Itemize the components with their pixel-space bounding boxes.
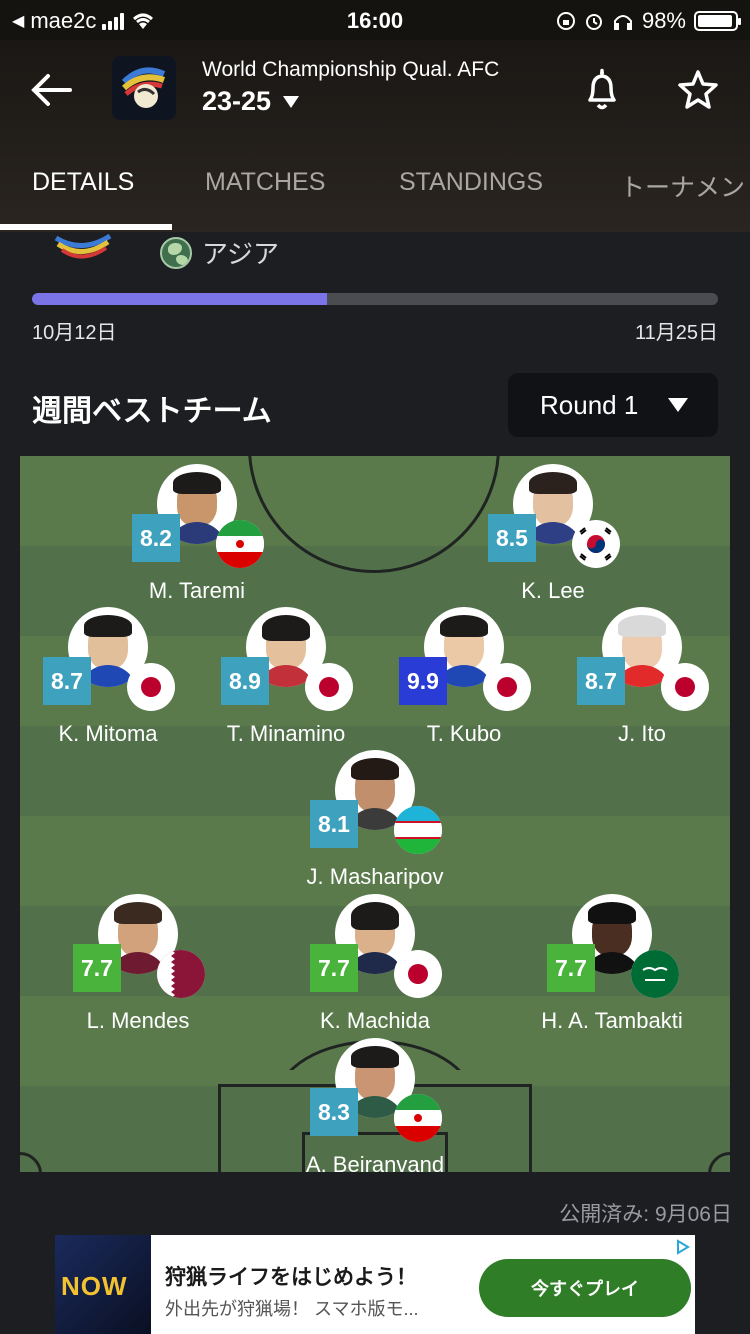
ad-title: 狩猟ライフをはじめよう！ [165,1266,417,1289]
rotation-lock-icon [556,12,575,30]
player-card[interactable]: 8.7 J. Ito [542,607,730,747]
iran-flag-icon [216,520,264,568]
player-card[interactable]: 8.1 J. Masharipov [275,750,475,890]
player-name: J. Masharipov [306,864,444,889]
status-bar: ◀ mae2c 16:00 98% [0,0,750,40]
season-progress-bar [32,293,718,305]
player-name: H. A. Tambakti [541,1008,683,1033]
active-tab-indicator [0,224,172,230]
region-label: アジア [202,239,279,269]
ad-cta-button[interactable]: 今すぐプレイ [479,1259,691,1317]
japan-flag-icon [661,663,709,711]
player-name: M. Taremi [148,578,246,603]
player-card[interactable]: 8.9 T. Minamino [186,607,386,747]
player-name: K. Lee [521,578,585,603]
player-rating: 8.5 [488,514,536,562]
player-rating: 7.7 [73,944,121,992]
ad-app-icon: NOW [55,1235,151,1334]
player-name: A. Beiranvand [305,1152,445,1172]
player-name: L. Mendes [86,1008,190,1033]
alarm-icon [585,14,602,30]
season-selector[interactable]: 23-25 [202,86,300,117]
saudi-arabia-flag-icon [631,950,679,998]
season-progress-fill [32,293,327,305]
tab-standings[interactable]: STANDINGS [399,164,543,232]
chevron-down-icon [283,95,300,108]
competition-name: World Championship Qual. AFC [202,58,500,81]
star-icon[interactable] [676,68,720,112]
ad-app-icon-logo: NOW [61,1271,128,1301]
region: アジア [160,234,279,271]
player-rating: 8.9 [221,657,269,705]
south-korea-flag-icon [572,520,620,568]
player-rating: 8.2 [132,514,180,562]
player-rating: 7.7 [547,944,595,992]
player-rating: 8.7 [43,657,91,705]
team-of-week-title: 週間ベストチーム [32,395,272,428]
globe-icon [160,236,192,269]
season-end-date: 11月25日 [634,322,718,344]
player-card[interactable]: 7.7 K. Machida [275,894,475,1034]
uzbekistan-flag-icon [394,806,442,854]
player-name: K. Mitoma [58,721,158,746]
chevron-down-icon [668,398,689,412]
battery-icon [694,11,741,31]
round-label: Round 1 [540,389,639,420]
adchoices-icon[interactable] [675,1239,691,1255]
player-card[interactable]: 8.5 K. Lee [453,464,653,604]
bell-icon[interactable] [582,68,622,112]
japan-flag-icon [305,663,353,711]
tab-bar: DETAILS MATCHES STANDINGS トーナメン [0,164,750,232]
season-label: 23-25 [202,86,272,116]
season-start-date: 10月12日 [32,322,117,344]
iran-flag-icon [394,1094,442,1142]
player-name: J. Ito [618,721,666,746]
player-card[interactable]: 7.7 L. Mendes [38,894,238,1034]
player-rating: 8.3 [310,1088,358,1136]
player-card[interactable]: 8.2 M. Taremi [97,464,297,604]
player-card[interactable]: 8.7 K. Mitoma [20,607,208,747]
player-name: T. Kubo [426,721,502,746]
back-arrow-icon[interactable] [26,68,76,112]
ad-banner[interactable]: NOW 狩猟ライフをはじめよう！ 外出先が狩猟場！ スマホ版モ... 今すぐプレ… [55,1235,695,1334]
competition-logo-small [52,232,116,264]
japan-flag-icon [483,663,531,711]
ad-subtitle: 外出先が狩猟場！ スマホ版モ... [165,1299,419,1319]
player-rating: 8.1 [310,800,358,848]
tab-details[interactable]: DETAILS [32,164,134,232]
tab-matches[interactable]: MATCHES [205,164,325,232]
pitch: 8.2 M. Taremi 8.5 K. Lee 8.7 K. Mitoma 8… [20,456,730,1172]
competition-logo [112,56,176,120]
player-rating: 7.7 [310,944,358,992]
japan-flag-icon [127,663,175,711]
qatar-flag-icon [157,950,205,998]
player-card[interactable]: 9.9 T. Kubo [364,607,564,747]
player-rating: 8.7 [577,657,625,705]
published-date: 公開済み: 9月06日 [559,1203,732,1226]
tab-tournament[interactable]: トーナメン [620,164,745,232]
player-name: T. Minamino [226,721,346,746]
headphones-icon [613,15,632,30]
player-rating: 9.9 [399,657,447,705]
player-name: K. Machida [319,1008,431,1033]
battery-percent: 98% [641,8,686,33]
header: World Championship Qual. AFC 23-25 DETAI… [0,40,750,232]
round-selector[interactable]: Round 1 [508,373,718,437]
player-card[interactable]: 8.3 A. Beiranvand [275,1038,475,1172]
player-card[interactable]: 7.7 H. A. Tambakti [512,894,712,1034]
japan-flag-icon [394,950,442,998]
